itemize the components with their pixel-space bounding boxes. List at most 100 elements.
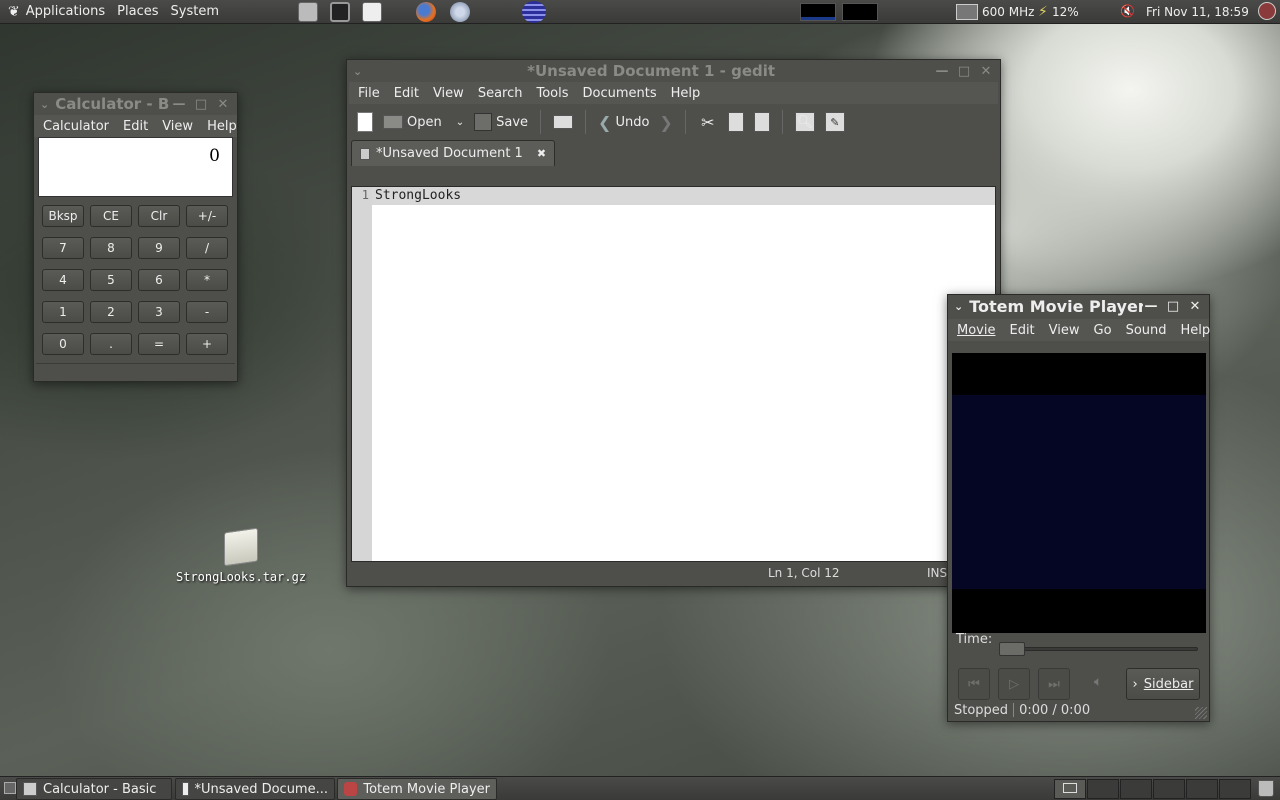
open-button[interactable]: Open ⌄ [379, 107, 468, 137]
workspace-3[interactable] [1120, 779, 1152, 799]
copy-button[interactable] [724, 107, 748, 137]
text-editor[interactable]: 1 StrongLooks [351, 186, 996, 562]
seek-slider[interactable] [999, 642, 1198, 656]
tab-close-icon[interactable]: ✖ [537, 147, 546, 160]
shutdown-icon[interactable] [1258, 2, 1276, 20]
system-menu[interactable]: System [165, 0, 225, 24]
task-calculator[interactable]: Calculator - Basic [16, 778, 172, 800]
key-5[interactable]: 5 [90, 269, 132, 291]
workspace-4[interactable] [1153, 779, 1185, 799]
firefox-launcher-icon[interactable] [416, 2, 436, 22]
play-button[interactable]: ▷ [998, 668, 1030, 700]
menu-view[interactable]: View [155, 119, 200, 134]
maximize-icon[interactable]: □ [956, 64, 972, 79]
menu-help[interactable]: Help [664, 86, 708, 101]
new-document-button[interactable] [353, 107, 377, 137]
key-2[interactable]: 2 [90, 301, 132, 323]
paste-button[interactable] [750, 107, 774, 137]
key-plus-minus[interactable]: +/- [186, 205, 228, 227]
eclipse-launcher-icon[interactable] [522, 1, 546, 23]
gnome-foot-icon[interactable]: ❦ [8, 4, 20, 20]
redo-button[interactable]: ❯ [655, 107, 676, 137]
close-icon[interactable]: ✕ [978, 64, 994, 79]
window-menu-icon[interactable]: ⌄ [954, 300, 963, 313]
key-clear-entry[interactable]: CE [90, 205, 132, 227]
rocket-launcher-icon[interactable] [450, 2, 470, 22]
window-menu-icon[interactable]: ⌄ [353, 65, 362, 78]
places-menu[interactable]: Places [111, 0, 164, 24]
totem-titlebar[interactable]: ⌄ Totem Movie Player — □ ✕ [948, 295, 1209, 317]
menu-edit[interactable]: Edit [1002, 323, 1041, 338]
key-4[interactable]: 4 [42, 269, 84, 291]
menu-calculator[interactable]: Calculator [36, 119, 116, 134]
key-multiply[interactable]: * [186, 269, 228, 291]
key-8[interactable]: 8 [90, 237, 132, 259]
key-1[interactable]: 1 [42, 301, 84, 323]
key-subtract[interactable]: - [186, 301, 228, 323]
sidebar-toggle-button[interactable]: › Sidebar [1126, 668, 1200, 700]
find-replace-button[interactable]: ✎ [821, 107, 849, 137]
show-desktop-icon[interactable] [4, 782, 16, 794]
menu-movie[interactable]: Movie [950, 323, 1002, 338]
key-0[interactable]: 0 [42, 333, 84, 355]
calculator-titlebar[interactable]: ⌄ Calculator - B — □ ✕ [34, 93, 237, 115]
key-clear[interactable]: Clr [138, 205, 180, 227]
minimize-icon[interactable]: — [934, 64, 950, 79]
workspace-5[interactable] [1186, 779, 1218, 799]
key-7[interactable]: 7 [42, 237, 84, 259]
key-9[interactable]: 9 [138, 237, 180, 259]
menu-help[interactable]: Help [1174, 323, 1218, 338]
key-backspace[interactable]: Bksp [42, 205, 84, 227]
maximize-icon[interactable]: □ [193, 97, 209, 112]
next-button[interactable]: ⏭︎ [1038, 668, 1070, 700]
chevron-down-icon[interactable]: ⌄ [456, 117, 464, 128]
volume-muted-icon[interactable]: 🔇 [1120, 4, 1135, 18]
cut-button[interactable]: ✂ [694, 107, 722, 137]
menu-documents[interactable]: Documents [576, 86, 664, 101]
editor-content[interactable]: StrongLooks [375, 188, 461, 203]
menu-sound[interactable]: Sound [1119, 323, 1174, 338]
trash-icon[interactable] [1258, 780, 1274, 797]
menu-view[interactable]: View [1042, 323, 1087, 338]
key-add[interactable]: + [186, 333, 228, 355]
workspace-2[interactable] [1087, 779, 1119, 799]
key-equals[interactable]: = [138, 333, 180, 355]
volume-icon[interactable]: 🔈︎ [1094, 674, 1102, 690]
gedit-titlebar[interactable]: ⌄ *Unsaved Document 1 - gedit — □ ✕ [347, 60, 1000, 82]
desktop-file-stronglooks[interactable]: StrongLooks.tar.gz [176, 527, 306, 584]
applications-menu[interactable]: Applications [20, 0, 111, 24]
terminal-launcher-icon[interactable] [330, 2, 350, 22]
menu-go[interactable]: Go [1087, 323, 1119, 338]
task-gedit[interactable]: *Unsaved Docume... [175, 778, 335, 800]
menu-tools[interactable]: Tools [529, 86, 575, 101]
menu-view[interactable]: View [426, 86, 471, 101]
menu-edit[interactable]: Edit [387, 86, 426, 101]
tab-unsaved-document-1[interactable]: *Unsaved Document 1 ✖ [351, 140, 556, 166]
close-icon[interactable]: ✕ [215, 97, 231, 112]
key-divide[interactable]: / [186, 237, 228, 259]
close-icon[interactable]: ✕ [1187, 299, 1203, 314]
video-area[interactable] [952, 353, 1206, 633]
key-decimal[interactable]: . [90, 333, 132, 355]
resize-grip-icon[interactable] [1195, 707, 1207, 719]
window-menu-icon[interactable]: ⌄ [40, 98, 49, 111]
workspace-1[interactable] [1054, 779, 1086, 799]
text-editor-launcher-icon[interactable] [362, 2, 382, 22]
previous-button[interactable]: ⏮︎ [958, 668, 990, 700]
save-button[interactable]: Save [470, 107, 532, 137]
minimize-icon[interactable]: — [1143, 299, 1159, 314]
seek-slider-handle[interactable] [999, 642, 1025, 656]
print-button[interactable] [549, 107, 577, 137]
menu-file[interactable]: File [351, 86, 387, 101]
maximize-icon[interactable]: □ [1165, 299, 1181, 314]
workspace-6[interactable] [1219, 779, 1251, 799]
menu-help[interactable]: Help [200, 119, 244, 134]
undo-button[interactable]: ❮ Undo [594, 107, 653, 137]
menu-search[interactable]: Search [471, 86, 530, 101]
file-manager-launcher-icon[interactable] [298, 2, 318, 22]
key-6[interactable]: 6 [138, 269, 180, 291]
key-3[interactable]: 3 [138, 301, 180, 323]
minimize-icon[interactable]: — [171, 97, 187, 112]
find-button[interactable]: 🔍︎ [791, 107, 819, 137]
clock[interactable]: Fri Nov 11, 18:59 [1146, 0, 1249, 24]
